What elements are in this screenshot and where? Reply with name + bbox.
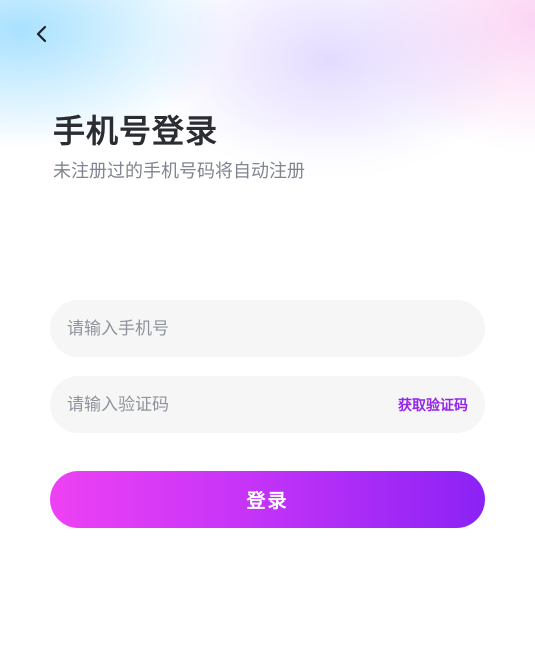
get-code-button[interactable]: 获取验证码 — [398, 395, 468, 415]
page-subtitle: 未注册过的手机号码将自动注册 — [53, 161, 305, 182]
back-button[interactable] — [26, 18, 58, 50]
login-screen: 手机号登录 未注册过的手机号码将自动注册 获取验证码 登录 — [0, 0, 535, 665]
phone-input[interactable] — [67, 300, 468, 357]
verification-code-input[interactable] — [67, 376, 398, 433]
phone-field[interactable] — [50, 300, 485, 357]
page-title: 手机号登录 — [53, 112, 219, 150]
login-button[interactable]: 登录 — [50, 471, 485, 528]
verification-code-field[interactable]: 获取验证码 — [50, 376, 485, 433]
chevron-left-icon — [36, 25, 47, 43]
